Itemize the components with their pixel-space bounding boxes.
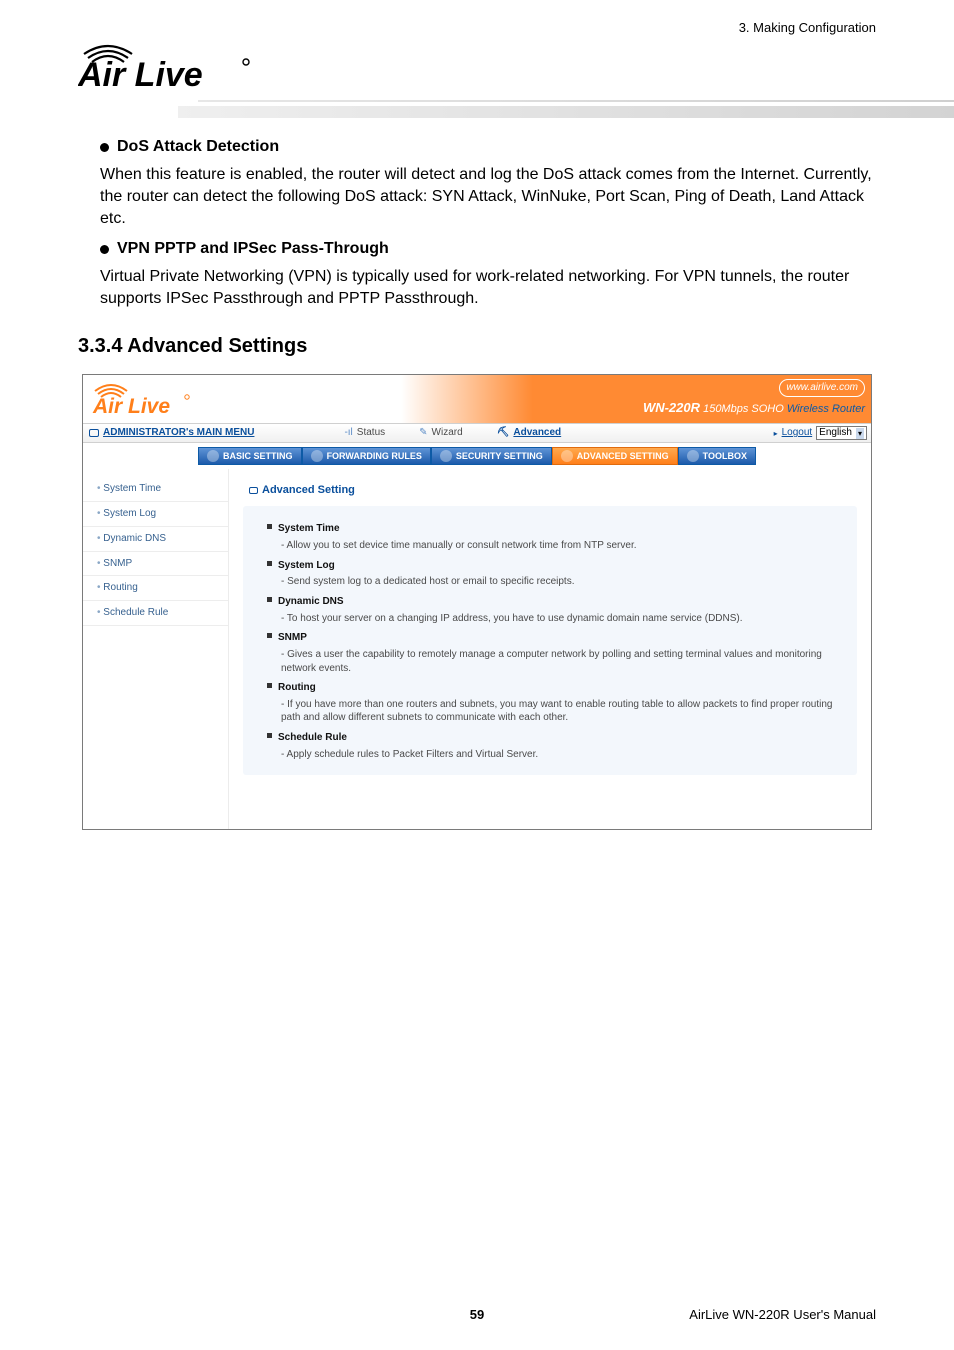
caret-right-icon: ▸ — [774, 428, 778, 439]
page: 3. Making Configuration Air Live DoS Att… — [0, 0, 954, 1350]
sidebar-item-snmp[interactable]: SNMP — [83, 552, 228, 577]
main-menu-label: ADMINISTRATOR's MAIN MENU — [103, 426, 254, 440]
router-main-menu: ADMINISTRATOR's MAIN MENU -ıl Status ✎ W… — [83, 423, 871, 443]
main-panel: Advanced Setting System Time - Allow you… — [229, 469, 871, 829]
svg-text:Air Live: Air Live — [92, 395, 170, 418]
panel-item-title: System Log — [278, 560, 335, 571]
panel-box: System Time - Allow you to set device ti… — [243, 506, 857, 775]
router-ui-screenshot: Air Live www.airlive.com WN-220R 150Mbps… — [82, 374, 872, 830]
tab-basic-label: BASIC SETTING — [223, 450, 293, 462]
svg-text:Air Live: Air Live — [78, 56, 203, 94]
chapter-label: 3. Making Configuration — [739, 20, 876, 35]
tab-forwarding-rules[interactable]: FORWARDING RULES — [302, 447, 431, 465]
body-content: DoS Attack Detection When this feature i… — [78, 136, 876, 830]
panel-heading-text: Advanced Setting — [262, 483, 355, 498]
forward-icon — [311, 450, 323, 462]
router-url: www.airlive.com — [779, 379, 865, 397]
heading-vpn: VPN PPTP and IPSec Pass-Through — [100, 238, 876, 260]
bullet-icon — [100, 143, 109, 152]
tab-security-label: SECURITY SETTING — [456, 450, 543, 462]
paragraph-vpn: Virtual Private Networking (VPN) is typi… — [100, 266, 876, 310]
tab-security-setting[interactable]: SECURITY SETTING — [431, 447, 552, 465]
panel-item-routing: Routing - If you have more than one rout… — [267, 681, 843, 725]
airlive-logo: Air Live — [78, 32, 876, 94]
gear-icon — [207, 450, 219, 462]
panel-item-desc: - Allow you to set device time manually … — [281, 539, 843, 553]
panel-item-desc: - Send system log to a dedicated host or… — [281, 575, 843, 589]
menu-status[interactable]: -ıl Status — [344, 426, 385, 440]
paragraph-dos: When this feature is enabled, the router… — [100, 164, 876, 230]
router-model-tag: Wireless Router — [787, 403, 865, 415]
sidebar-item-schedule-rule[interactable]: Schedule Rule — [83, 601, 228, 626]
section-heading: 3.3.4 Advanced Settings — [78, 333, 876, 361]
main-menu-home[interactable]: ADMINISTRATOR's MAIN MENU — [89, 426, 254, 440]
square-icon — [267, 561, 272, 566]
footer-manual-title: AirLive WN-220R User's Manual — [689, 1307, 876, 1322]
chevron-down-icon: ▾ — [856, 428, 864, 439]
heading-vpn-text: VPN PPTP and IPSec Pass-Through — [117, 238, 389, 260]
menu-advanced[interactable]: ⛏ Advanced — [497, 426, 562, 440]
panel-item-title: System Time — [278, 523, 340, 534]
sidebar-item-dynamic-dns[interactable]: Dynamic DNS — [83, 527, 228, 552]
panel-item-system-time: System Time - Allow you to set device ti… — [267, 522, 843, 552]
router-model-label: www.airlive.com WN-220R 150Mbps SOHO Wir… — [643, 379, 865, 417]
work-icon: ⛏ — [497, 426, 510, 440]
panel-item-title: Dynamic DNS — [278, 596, 344, 607]
menu-status-label: Status — [357, 426, 385, 440]
panel-heading: Advanced Setting — [243, 479, 857, 502]
language-dropdown[interactable]: English ▾ — [816, 426, 867, 440]
square-icon — [267, 524, 272, 529]
tab-basic-setting[interactable]: BASIC SETTING — [198, 447, 302, 465]
panel-item-title: SNMP — [278, 632, 307, 643]
language-selected: English — [819, 426, 852, 440]
sidebar: System Time System Log Dynamic DNS SNMP … — [83, 469, 229, 829]
panel-item-title: Schedule Rule — [278, 732, 347, 743]
sidebar-item-system-log[interactable]: System Log — [83, 502, 228, 527]
square-icon — [267, 733, 272, 738]
router-ui-header: Air Live www.airlive.com WN-220R 150Mbps… — [83, 375, 871, 423]
page-footer: 59 AirLive WN-220R User's Manual — [0, 1307, 954, 1322]
tab-strip: BASIC SETTING FORWARDING RULES SECURITY … — [83, 443, 871, 469]
panel-item-dynamic-dns: Dynamic DNS - To host your server on a c… — [267, 595, 843, 625]
panel-item-desc: - Apply schedule rules to Packet Filters… — [281, 748, 843, 762]
sidebar-item-system-time[interactable]: System Time — [83, 477, 228, 502]
panel-item-desc: - Gives a user the capability to remotel… — [281, 648, 843, 675]
signal-icon: -ıl — [344, 426, 352, 440]
panel-item-schedule-rule: Schedule Rule - Apply schedule rules to … — [267, 731, 843, 761]
toolbox-icon — [687, 450, 699, 462]
wand-icon: ✎ — [419, 426, 427, 440]
page-number: 59 — [470, 1307, 484, 1322]
header-divider — [78, 96, 876, 130]
tab-advanced-setting[interactable]: ADVANCED SETTING — [552, 447, 678, 465]
advanced-icon — [561, 450, 573, 462]
heading-dos-text: DoS Attack Detection — [117, 136, 279, 158]
router-brand-logo: Air Live — [91, 375, 197, 424]
menu-wizard[interactable]: ✎ Wizard — [419, 426, 463, 440]
tab-advanced-label: ADVANCED SETTING — [577, 450, 669, 462]
shield-icon — [440, 450, 452, 462]
tab-toolbox-label: TOOLBOX — [703, 450, 747, 462]
heading-dos: DoS Attack Detection — [100, 136, 876, 158]
panel-item-title: Routing — [278, 682, 316, 693]
sidebar-item-routing[interactable]: Routing — [83, 576, 228, 601]
panel-item-desc: - To host your server on a changing IP a… — [281, 612, 843, 626]
bullet-icon — [100, 245, 109, 254]
panel-item-desc: - If you have more than one routers and … — [281, 698, 843, 725]
menu-wizard-label: Wizard — [432, 426, 463, 440]
logout-link[interactable]: Logout — [782, 426, 813, 440]
chat-icon — [89, 429, 99, 437]
square-icon — [267, 633, 272, 638]
panel-item-snmp: SNMP - Gives a user the capability to re… — [267, 631, 843, 675]
tab-forward-label: FORWARDING RULES — [327, 450, 422, 462]
menu-advanced-label: Advanced — [513, 426, 561, 440]
tab-toolbox[interactable]: TOOLBOX — [678, 447, 756, 465]
chat-icon — [249, 487, 258, 494]
router-model-name: WN-220R — [643, 400, 700, 415]
square-icon — [267, 683, 272, 688]
router-model-desc: 150Mbps SOHO — [703, 403, 787, 415]
square-icon — [267, 597, 272, 602]
panel-item-system-log: System Log - Send system log to a dedica… — [267, 559, 843, 589]
